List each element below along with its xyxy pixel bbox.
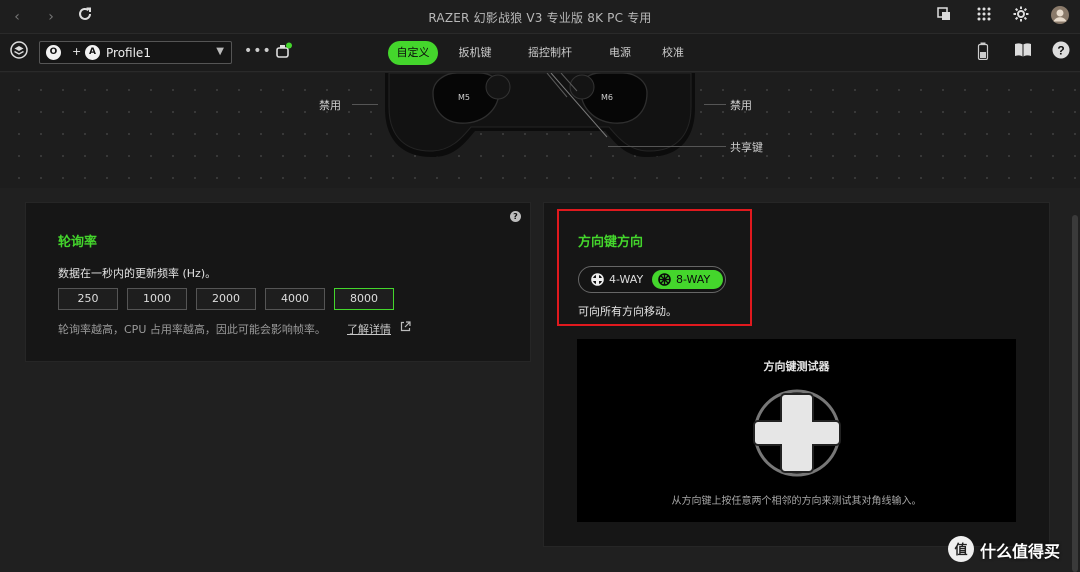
window-title: RAZER 幻影战狼 V3 专业版 8K PC 专用: [428, 11, 652, 25]
eight-way-icon: [658, 273, 671, 286]
rate-option-250[interactable]: 250: [58, 288, 118, 310]
profile-toolbar: O + A Profile1 ▼ ••• 自定义 扳机键 摇控制杆 电源 校准 …: [0, 34, 1080, 72]
dpad-tester-title: 方向键测试器: [763, 360, 830, 373]
option-4way-label: 4-WAY: [609, 273, 644, 286]
svg-text:?: ?: [1057, 44, 1064, 58]
polling-rate-title: 轮询率: [58, 235, 98, 250]
title-bar: ‹ › RAZER 幻影战狼 V3 专业版 8K PC 专用: [0, 0, 1080, 34]
polling-rate-card: [25, 202, 531, 362]
four-way-icon: [591, 273, 604, 286]
left-mapping-label[interactable]: 禁用: [319, 97, 341, 113]
device-connect-icon[interactable]: [272, 41, 294, 63]
share-mapping-label[interactable]: 共享键: [730, 139, 763, 155]
dpad-direction-title: 方向键方向: [578, 235, 644, 250]
dpad-way-toggle[interactable]: 4-WAY 8-WAY: [578, 266, 726, 293]
option-8way-label: 8-WAY: [676, 273, 711, 286]
layers-icon[interactable]: [8, 41, 30, 63]
learn-more-link[interactable]: 了解详情: [347, 321, 391, 337]
tab-power[interactable]: 电源: [600, 41, 640, 65]
mini-window-icon[interactable]: [933, 6, 955, 28]
watermark-logo-icon: 值: [948, 536, 974, 562]
polling-note: 轮询率越高，CPU 占用率越高，因此可能会影响帧率。: [58, 323, 326, 336]
left-leader-line: [352, 104, 378, 105]
svg-text:值: 值: [954, 542, 967, 558]
rate-option-4000[interactable]: 4000: [265, 288, 325, 310]
m6-label: M6: [601, 93, 613, 102]
tab-customize[interactable]: 自定义: [388, 41, 438, 65]
book-icon[interactable]: [1012, 42, 1034, 64]
gear-icon[interactable]: [1010, 6, 1032, 28]
right-leader-line: [704, 104, 726, 105]
more-options-button[interactable]: •••: [244, 43, 272, 59]
help-icon[interactable]: ?: [1050, 41, 1072, 63]
share-leader-line: [608, 146, 726, 147]
page-scrollbar[interactable]: [1072, 215, 1078, 572]
option-8way[interactable]: 8-WAY: [652, 270, 723, 289]
tab-trigger[interactable]: 扳机键: [450, 41, 500, 65]
option-4way[interactable]: 4-WAY: [591, 270, 643, 289]
watermark-text: 什么值得买: [980, 542, 1061, 561]
profile-badge-o: O: [46, 45, 61, 60]
polling-help-icon[interactable]: ?: [510, 211, 521, 222]
rate-option-1000[interactable]: 1000: [127, 288, 187, 310]
controller-preview: M5 M6 禁用 禁用 共享键: [0, 73, 1080, 188]
tab-thumbstick[interactable]: 摇控制杆: [520, 41, 580, 65]
dpad-tester-panel: 方向键测试器 从方向键上按任意两个相邻的方向来测试其对角线输入。: [577, 339, 1016, 522]
profile-name: Profile1: [106, 46, 151, 60]
dpad-description: 可向所有方向移动。: [578, 305, 677, 318]
profile-plus: +: [72, 45, 82, 58]
right-mapping-label[interactable]: 禁用: [730, 97, 752, 113]
m5-label: M5: [458, 93, 470, 102]
battery-icon: [972, 42, 994, 64]
profile-dropdown[interactable]: O + A Profile1 ▼: [39, 41, 232, 64]
polling-description: 数据在一秒内的更新频率 (Hz)。: [58, 267, 217, 280]
chevron-down-icon: ▼: [216, 46, 224, 57]
profile-badge-a: A: [85, 45, 100, 60]
dpad-cross-icon[interactable]: [752, 388, 842, 478]
rate-option-8000[interactable]: 8000: [334, 288, 394, 310]
avatar[interactable]: [1049, 6, 1071, 28]
apps-grid-icon[interactable]: [973, 6, 995, 28]
tab-calibration[interactable]: 校准: [653, 41, 693, 65]
dpad-tester-hint: 从方向键上按任意两个相邻的方向来测试其对角线输入。: [671, 496, 922, 507]
rate-option-2000[interactable]: 2000: [196, 288, 256, 310]
external-link-icon[interactable]: [400, 321, 411, 335]
